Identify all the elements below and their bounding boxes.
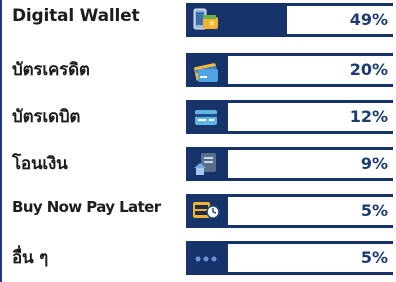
bar-row: บัตรเครดิต 20% <box>0 50 396 90</box>
debit-card-icon <box>192 104 220 130</box>
category-label: Digital Wallet <box>12 6 140 26</box>
category-label: โอนเงิน <box>12 154 68 174</box>
credit-card-icon <box>192 57 220 83</box>
wallet-phone-icon <box>192 7 220 33</box>
bar-row: บัตรเดบิต 12% <box>0 97 396 137</box>
bar-track: 49% <box>186 3 393 37</box>
bar-row: Buy Now Pay Later 5% <box>0 191 396 231</box>
value-label: 5% <box>360 248 388 267</box>
value-label: 5% <box>360 201 388 220</box>
bar-row: อื่น ๆ 5% <box>0 238 396 278</box>
category-label: Buy Now Pay Later <box>12 198 161 216</box>
bar-row: Digital Wallet 49% <box>0 0 396 40</box>
category-label: บัตรเดบิต <box>12 107 81 127</box>
value-label: 9% <box>360 154 388 173</box>
bnpl-clock-icon <box>192 198 220 224</box>
bar-track: 5% <box>186 194 393 228</box>
value-label: 49% <box>349 10 388 29</box>
bank-transfer-icon <box>192 151 220 177</box>
category-label: อื่น ๆ <box>12 248 49 268</box>
value-label: 12% <box>349 107 388 126</box>
bar-track: 20% <box>186 53 393 87</box>
value-label: 20% <box>349 60 388 79</box>
bar-track: 5% <box>186 241 393 275</box>
bar-row: โอนเงิน 9% <box>0 144 396 184</box>
bar-track: 12% <box>186 100 393 134</box>
category-label: บัตรเครดิต <box>12 60 90 80</box>
bar-track: 9% <box>186 147 393 181</box>
more-dots-icon <box>192 245 220 271</box>
